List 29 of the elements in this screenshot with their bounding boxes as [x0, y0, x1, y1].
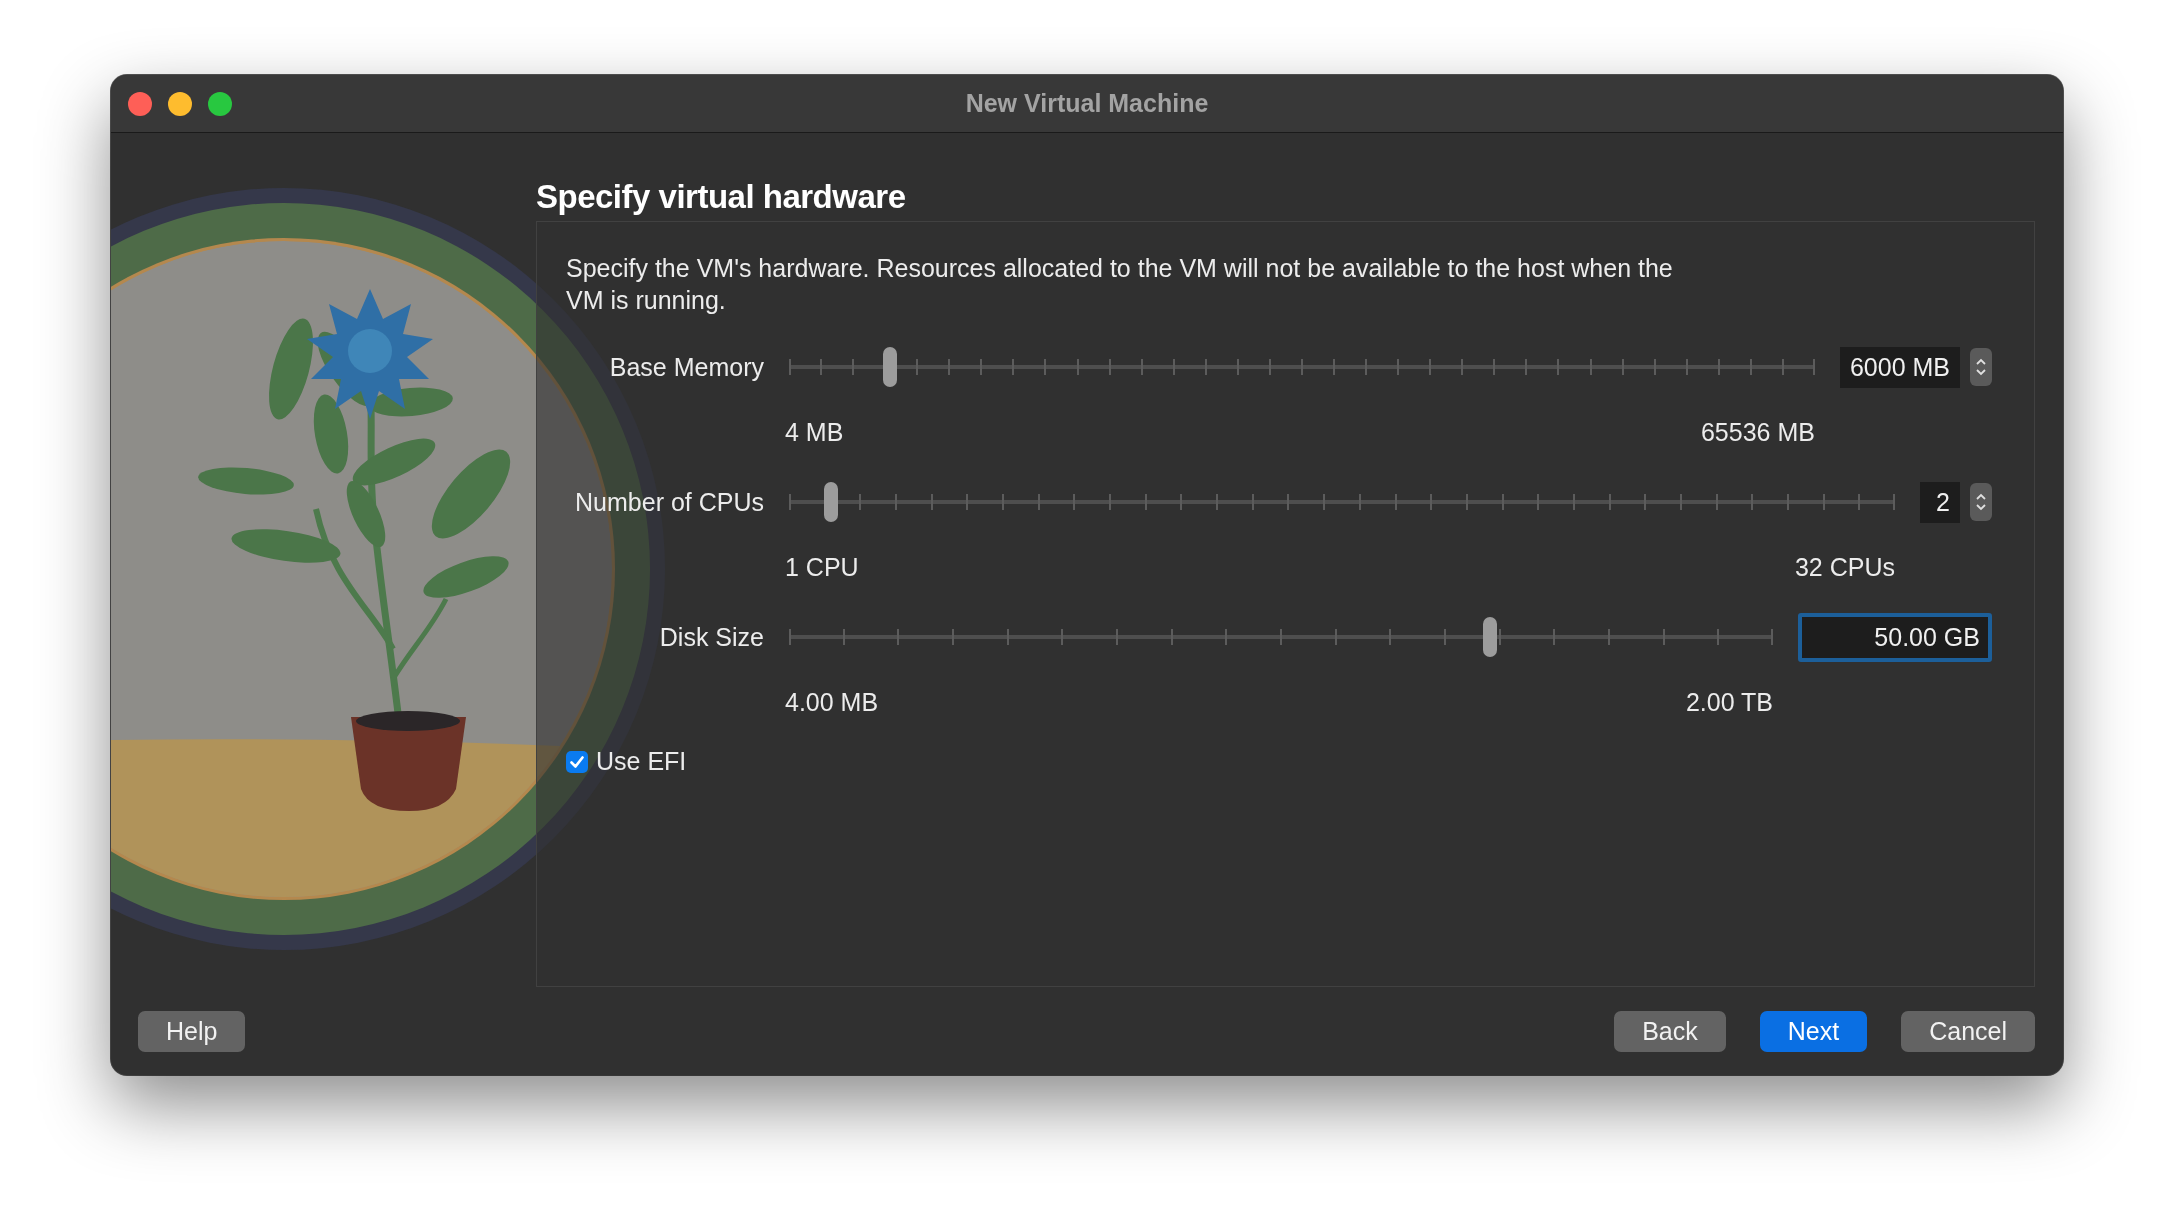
- min-label: 4.00 MB: [785, 688, 879, 717]
- dialog-button[interactable]: Next: [1759, 1010, 1868, 1052]
- page-heading: Specify virtual hardware: [536, 178, 907, 216]
- stepper-button[interactable]: [1970, 483, 1992, 521]
- slider-thumb[interactable]: [882, 347, 897, 387]
- min-label: 1 CPU: [785, 553, 859, 582]
- dialog-button[interactable]: Cancel: [1901, 1010, 2035, 1052]
- minimize-button[interactable]: [168, 92, 192, 116]
- max-label: 65536 MB: [1700, 418, 1815, 447]
- checkbox[interactable]: [566, 750, 588, 773]
- slider-thumb[interactable]: [824, 482, 838, 522]
- zoom-button[interactable]: [208, 92, 232, 116]
- help-button[interactable]: Help: [138, 1010, 246, 1052]
- min-label: 4 MB: [785, 418, 844, 447]
- window-title: New Virtual Machine: [965, 89, 1209, 118]
- stepper-button[interactable]: [1970, 348, 1992, 386]
- max-label: 32 CPUs: [1794, 553, 1895, 582]
- max-label: 2.00 TB: [1685, 688, 1773, 717]
- setting-label: Disk Size: [658, 622, 764, 652]
- value-field[interactable]: 6000 MB: [1839, 346, 1960, 388]
- checkbox-label: Use EFI: [596, 747, 687, 776]
- value-field[interactable]: 50.00 GB: [1798, 612, 1992, 662]
- description-text: Specify the VM's hardware. Resources allocated to the VM will not be available to the host when the VM is running.: [566, 253, 1674, 316]
- setting-label: Base Memory: [608, 352, 764, 382]
- dialog-button[interactable]: Back: [1614, 1010, 1726, 1052]
- slider-thumb[interactable]: [1482, 617, 1497, 657]
- setting-label: Number of CPUs: [574, 487, 764, 517]
- close-button[interactable]: [128, 92, 152, 116]
- value-field[interactable]: 2: [1920, 481, 1960, 523]
